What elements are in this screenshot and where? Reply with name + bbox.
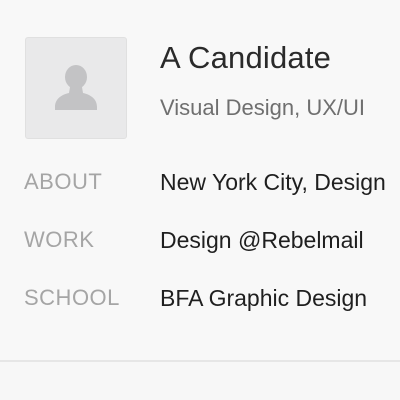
below-card-area (0, 362, 400, 400)
about-label: ABOUT (24, 169, 103, 194)
school-value: BFA Graphic Design (160, 285, 368, 311)
work-value: Design @Rebelmail (160, 227, 364, 253)
person-silhouette-icon (55, 65, 97, 110)
about-value: New York City, Design (160, 169, 386, 195)
candidate-headline: Visual Design, UX/UI (160, 95, 366, 120)
candidate-name[interactable]: A Candidate (160, 40, 331, 76)
avatar[interactable] (25, 37, 127, 139)
school-label: SCHOOL (24, 285, 120, 310)
candidate-card: A Candidate Visual Design, UX/UI ABOUT N… (0, 0, 400, 360)
work-label: WORK (24, 227, 95, 252)
